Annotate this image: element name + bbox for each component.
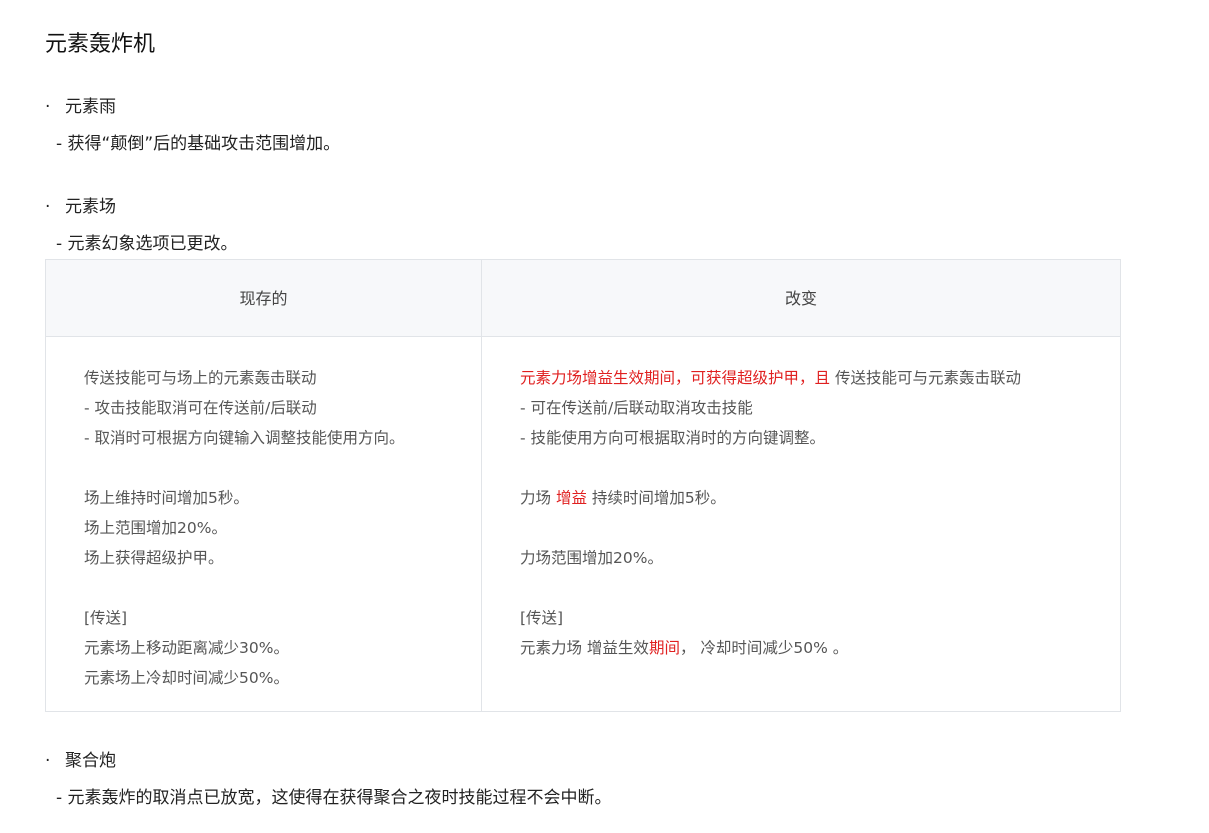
changed-line: - 可在传送前/后联动取消攻击技能 [520, 399, 753, 417]
current-line: - 取消时可根据方向键输入调整技能使用方向。 [84, 429, 405, 447]
changed-line: 元素力场 增益生效期间， 冷却时间减少50% 。 [520, 633, 1120, 663]
current-line: 场上范围增加20%。 [84, 519, 227, 537]
current-line: - 攻击技能取消可在传送前/后联动 [84, 399, 317, 417]
changed-line: 力场范围增加20%。 [520, 549, 663, 567]
bullet-dot: · [45, 97, 51, 117]
section-heading-element-field: · 元素场 [45, 192, 116, 217]
section-detail-element-field: - 元素幻象选项已更改。 [56, 234, 238, 254]
current-line: 元素场上移动距离减少30%。 [84, 639, 289, 657]
changed-text: 持续时间增加5秒。 [586, 489, 726, 507]
header-current: 现存的 [239, 289, 288, 308]
highlight-text: 元素力场增益生效期间，可获得超级护甲，且 [520, 369, 831, 387]
current-line: 场上获得超级护甲。 [84, 549, 224, 567]
section-detail-convergence-cannon: - 元素轰炸的取消点已放宽，这使得在获得聚合之夜时技能过程不会中断。 [56, 788, 612, 808]
section-heading-element-rain: · 元素雨 [45, 92, 116, 117]
changed-line: 力场 增益 持续时间增加5秒。 [520, 483, 1120, 513]
changed-line: [传送] [520, 609, 564, 627]
section-heading-label: 元素场 [65, 197, 116, 217]
current-line: 场上维持时间增加5秒。 [84, 489, 249, 507]
header-changed: 改变 [784, 289, 817, 308]
changed-text: 力场 [520, 489, 556, 507]
changed-cell: 元素力场增益生效期间，可获得超级护甲，且 传送技能可与元素轰击联动 - 可在传送… [520, 363, 1120, 663]
bullet-dot: · [45, 197, 51, 217]
changed-line: 元素力场增益生效期间，可获得超级护甲，且 传送技能可与元素轰击联动 [520, 363, 1120, 393]
current-line: [传送] [84, 609, 128, 627]
section-heading-label: 元素雨 [65, 97, 116, 117]
bullet-dot: · [45, 751, 51, 771]
section-heading-label: 聚合炮 [65, 751, 116, 771]
current-line: 元素场上冷却时间减少50%。 [84, 669, 289, 687]
current-cell: 传送技能可与场上的元素轰击联动 - 攻击技能取消可在传送前/后联动 - 取消时可… [84, 363, 474, 693]
highlight-text: 增益 [555, 489, 587, 507]
changed-text: 传送技能可与元素轰击联动 [830, 369, 1021, 387]
section-detail-element-rain: - 获得“颠倒”后的基础攻击范围增加。 [56, 134, 341, 154]
current-line: 传送技能可与场上的元素轰击联动 [84, 369, 317, 387]
changed-text: 元素力场 增益生效 [520, 639, 649, 657]
section-heading-convergence-cannon: · 聚合炮 [45, 746, 116, 771]
changed-line: - 技能使用方向可根据取消时的方向键调整。 [520, 429, 826, 447]
changed-text: ， 冷却时间减少50% 。 [679, 639, 849, 657]
page-title: 元素轰炸机 [45, 32, 156, 57]
comparison-table: 现存的 改变 传送技能可与场上的元素轰击联动 - 攻击技能取消可在传送前/后联动… [45, 259, 1121, 712]
highlight-text: 期间 [648, 639, 680, 657]
